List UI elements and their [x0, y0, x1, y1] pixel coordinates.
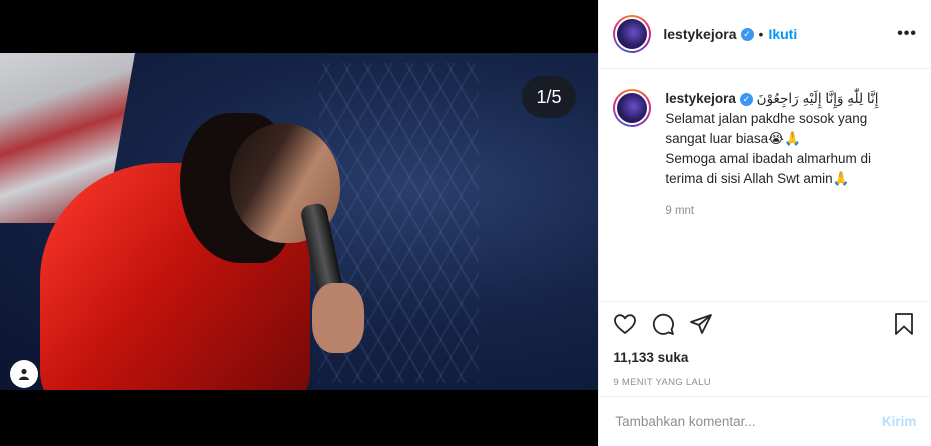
caption-time: 9 mnt	[665, 205, 695, 217]
comment-icon	[653, 313, 675, 335]
bookmark-icon	[895, 313, 914, 335]
caption-text: lestykejora ✓ إِنَّا لِلّٰهِ وَإِنَّا إِل…	[665, 89, 895, 221]
caption-arabic: إِنَّا لِلّٰهِ وَإِنَّا إِلَيْهِ رَاجِعُ…	[756, 91, 879, 106]
share-button[interactable]	[689, 312, 713, 336]
post-header: lestykejora ✓ • Ikuti •••	[599, 0, 931, 69]
caption-line-farewell: Selamat jalan pakdhe sosok yang sangat l…	[665, 111, 868, 146]
action-bar: 11,133 suka 9 MENIT YANG LALU	[599, 301, 931, 388]
header-username[interactable]: lestykejora	[663, 26, 736, 42]
post-photo[interactable]	[0, 53, 599, 390]
post-timestamp[interactable]: 9 MENIT YANG LALU	[613, 377, 916, 388]
caption-avatar[interactable]	[613, 89, 652, 127]
more-options-button[interactable]: •••	[897, 25, 917, 43]
carousel-counter: 1/5	[522, 76, 576, 118]
caption-username[interactable]: lestykejora	[665, 91, 736, 106]
like-button[interactable]	[613, 312, 637, 336]
user-tag-icon	[19, 368, 29, 380]
comment-composer: Kirim	[599, 396, 931, 446]
comments-section: lestykejora ✓ إِنَّا لِلّٰهِ وَإِنَّا إِل…	[599, 69, 931, 301]
avatar[interactable]	[613, 15, 652, 53]
instagram-post: 1/5 lestykejora ✓ • Ikuti ••• lestykejor…	[0, 0, 931, 446]
follow-button[interactable]: Ikuti	[768, 26, 797, 42]
save-button[interactable]	[892, 312, 916, 336]
verified-badge-icon: ✓	[739, 92, 753, 106]
heart-icon	[614, 314, 637, 334]
verified-badge-icon: ✓	[740, 27, 754, 41]
photo-singer-hand	[312, 283, 364, 353]
comment-input[interactable]	[613, 413, 882, 430]
likes-count[interactable]: 11,133 suka	[613, 350, 916, 365]
post-media[interactable]: 1/5	[0, 0, 599, 446]
comment-button[interactable]	[651, 312, 675, 336]
post-comment-button[interactable]: Kirim	[882, 414, 917, 429]
caption-line-prayer: Semoga amal ibadah almarhum di terima di…	[665, 151, 871, 186]
caption: lestykejora ✓ إِنَّا لِلّٰهِ وَإِنَّا إِل…	[613, 89, 917, 221]
header-separator: •	[758, 26, 764, 42]
action-icons	[613, 312, 916, 336]
post-sidebar: lestykejora ✓ • Ikuti ••• lestykejora ✓ إ…	[598, 0, 931, 446]
share-icon	[690, 314, 713, 334]
user-tag-button[interactable]	[10, 360, 38, 388]
